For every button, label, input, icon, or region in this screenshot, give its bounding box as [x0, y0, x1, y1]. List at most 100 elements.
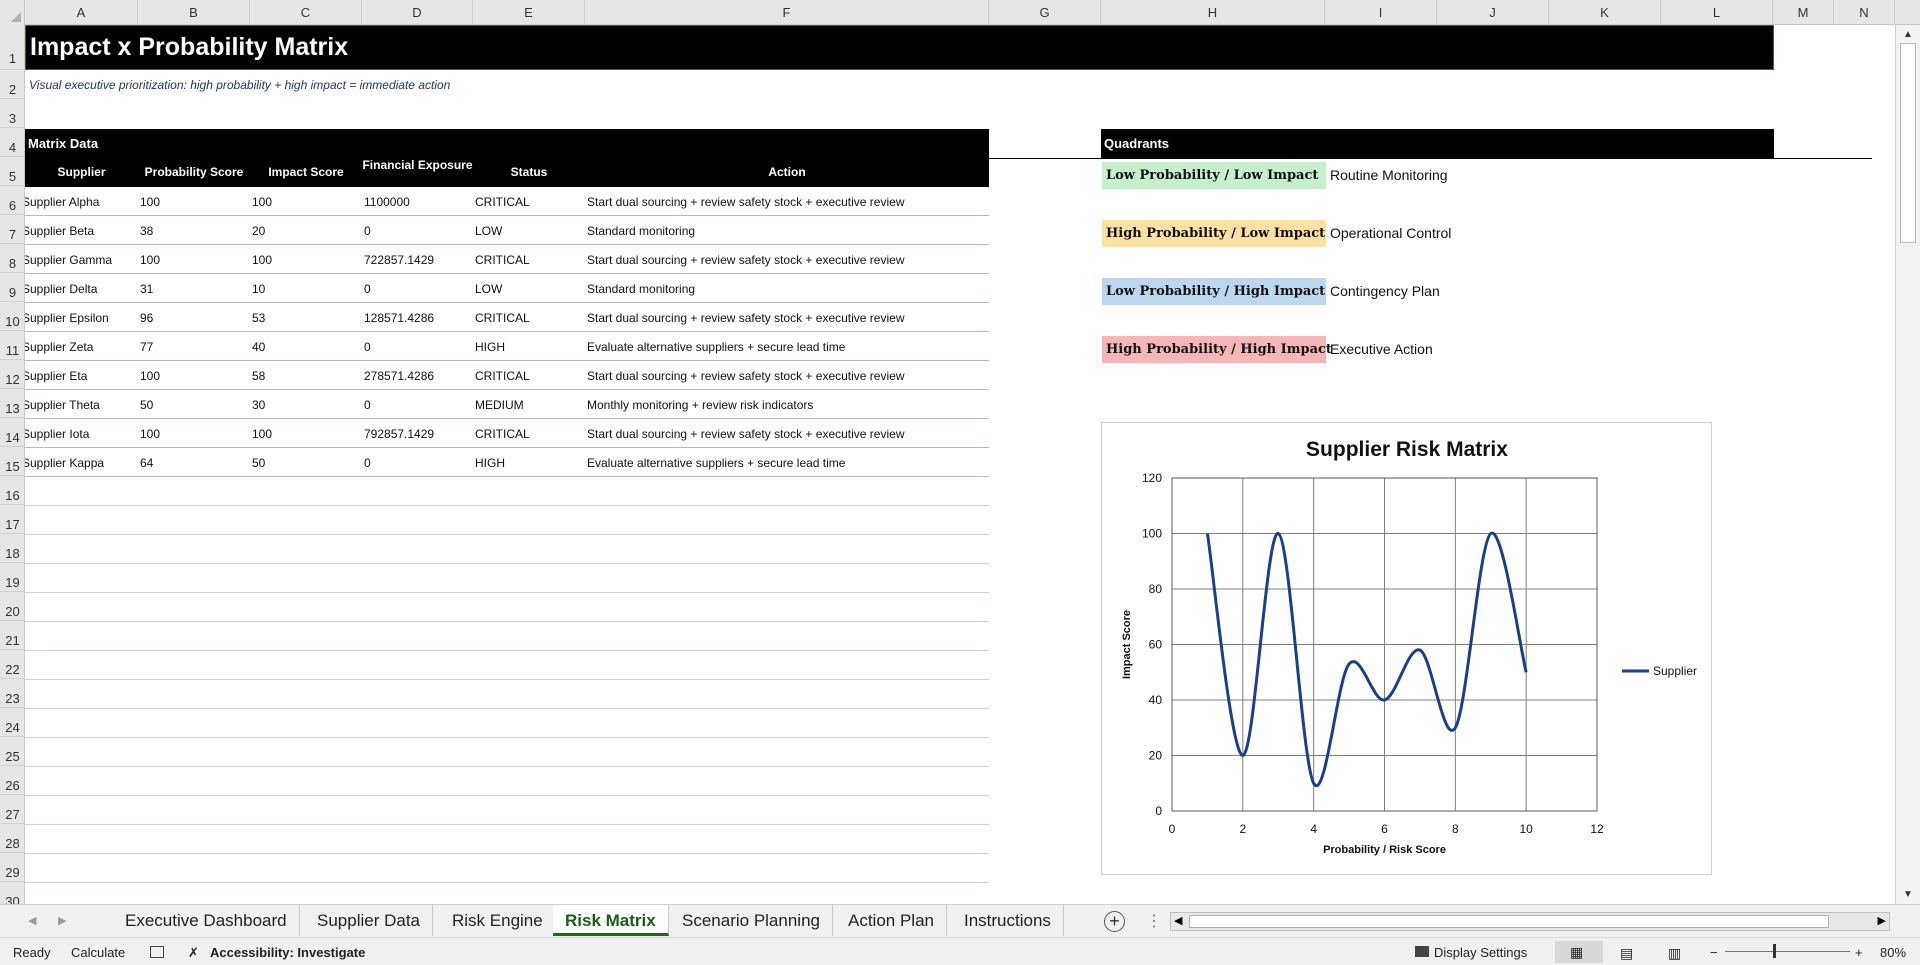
- page-layout-icon[interactable]: ▤: [1620, 945, 1633, 962]
- cell-supplier[interactable]: Supplier Alpha: [25, 195, 99, 209]
- row-header[interactable]: 26: [0, 766, 24, 795]
- row-header[interactable]: 2: [0, 70, 24, 99]
- cell-exposure[interactable]: 0: [364, 398, 371, 412]
- column-header-d[interactable]: D: [362, 0, 473, 25]
- cell-action[interactable]: Standard monitoring: [587, 224, 695, 238]
- row-header[interactable]: 11: [0, 331, 24, 360]
- row-header[interactable]: 6: [0, 186, 24, 215]
- quadrant-high-low-action[interactable]: Operational Control: [1330, 220, 1451, 247]
- cell-action[interactable]: Start dual sourcing + review safety stoc…: [587, 253, 904, 267]
- cell-action[interactable]: Evaluate alternative suppliers + secure …: [587, 340, 845, 354]
- cell-status[interactable]: CRITICAL: [475, 253, 530, 267]
- row-header[interactable]: 3: [0, 99, 24, 128]
- cell-supplier[interactable]: Supplier Epsilon: [25, 311, 109, 325]
- column-header-h[interactable]: H: [1101, 0, 1325, 25]
- cell-impact[interactable]: 53: [252, 311, 265, 325]
- empty-row[interactable]: [25, 709, 989, 738]
- empty-row[interactable]: [25, 651, 989, 680]
- cell-impact[interactable]: 100: [252, 253, 272, 267]
- tab-executive-dashboard[interactable]: Executive Dashboard: [113, 905, 300, 936]
- tab-scenario-planning[interactable]: Scenario Planning: [670, 905, 833, 936]
- row-header[interactable]: 7: [0, 215, 24, 244]
- quadrant-high-high-action[interactable]: Executive Action: [1330, 336, 1433, 363]
- cell-probability[interactable]: 100: [140, 253, 160, 267]
- cell-status[interactable]: LOW: [475, 282, 502, 296]
- supplier-risk-chart[interactable]: Supplier Risk Matrix 0 2 4 6 8 10 12 0 20 40 60 80 1…: [1101, 422, 1712, 875]
- zoom-slider-thumb[interactable]: [1773, 944, 1776, 958]
- triangle-left-icon[interactable]: ◀: [28, 914, 36, 927]
- cell-probability[interactable]: 100: [140, 369, 160, 383]
- tab-action-plan[interactable]: Action Plan: [836, 905, 947, 936]
- triangle-right-icon[interactable]: ▶: [58, 914, 66, 927]
- row-header[interactable]: 1: [0, 25, 24, 70]
- scroll-left-icon[interactable]: ◀: [1174, 914, 1182, 927]
- cell-probability[interactable]: 64: [140, 456, 153, 470]
- more-options-icon[interactable]: ⋮: [1146, 911, 1162, 931]
- tab-risk-engine[interactable]: Risk Engine: [440, 905, 556, 936]
- row-header[interactable]: 21: [0, 621, 24, 650]
- row-header[interactable]: 10: [0, 302, 24, 331]
- cell-status[interactable]: CRITICAL: [475, 311, 530, 325]
- column-header-n[interactable]: N: [1834, 0, 1895, 25]
- plus-circle-icon[interactable]: +: [1104, 911, 1125, 932]
- worksheet-grid[interactable]: Impact x Probability Matrix Visual execu…: [25, 25, 1895, 904]
- cell-status[interactable]: HIGH: [475, 340, 505, 354]
- cell-impact[interactable]: 50: [252, 456, 265, 470]
- horizontal-scroll-thumb[interactable]: [1189, 915, 1829, 928]
- row-header[interactable]: 16: [0, 476, 24, 505]
- scroll-up-icon[interactable]: ▲: [1903, 29, 1913, 40]
- empty-row[interactable]: [25, 506, 989, 535]
- cell-exposure[interactable]: 722857.1429: [364, 253, 434, 267]
- cell-supplier[interactable]: Supplier Kappa: [25, 456, 104, 470]
- status-display-settings[interactable]: Display Settings: [1434, 945, 1527, 960]
- cell-impact[interactable]: 58: [252, 369, 265, 383]
- header-probability-score[interactable]: Probability Score: [138, 158, 250, 187]
- cell-supplier[interactable]: Supplier Zeta: [25, 340, 93, 354]
- cell-impact[interactable]: 100: [252, 427, 272, 441]
- cell-action[interactable]: Standard monitoring: [587, 282, 695, 296]
- cell-impact[interactable]: 30: [252, 398, 265, 412]
- row-header[interactable]: 8: [0, 244, 24, 273]
- cell-probability[interactable]: 100: [140, 195, 160, 209]
- cell-action[interactable]: Start dual sourcing + review safety stoc…: [587, 311, 904, 325]
- zoom-slider[interactable]: [1725, 951, 1850, 952]
- empty-row[interactable]: [25, 796, 989, 825]
- cell-exposure[interactable]: 0: [364, 456, 371, 470]
- empty-row[interactable]: [25, 680, 989, 709]
- row-header[interactable]: 18: [0, 534, 24, 563]
- cell-supplier[interactable]: Supplier Iota: [25, 427, 89, 441]
- quadrant-high-prob-low-impact[interactable]: High Probability / Low Impact: [1102, 220, 1326, 247]
- row-header[interactable]: 30: [0, 882, 24, 904]
- cell-supplier[interactable]: Supplier Gamma: [25, 253, 112, 267]
- column-header-b[interactable]: B: [138, 0, 250, 25]
- sheet-title[interactable]: Impact x Probability Matrix: [25, 25, 1774, 70]
- empty-row[interactable]: [25, 738, 989, 767]
- quadrant-low-prob-low-impact[interactable]: Low Probability / Low Impact: [1102, 162, 1326, 189]
- cell-probability[interactable]: 96: [140, 311, 153, 325]
- empty-row[interactable]: [25, 622, 989, 651]
- column-header-e[interactable]: E: [473, 0, 585, 25]
- status-calculate[interactable]: Calculate: [71, 945, 125, 960]
- cell-supplier[interactable]: Supplier Eta: [25, 369, 87, 383]
- matrix-data-section-title[interactable]: Matrix Data: [25, 129, 989, 158]
- accessibility-icon[interactable]: ✗: [188, 945, 199, 961]
- scroll-right-icon[interactable]: ▶: [1878, 914, 1886, 927]
- row-header[interactable]: 19: [0, 563, 24, 592]
- row-header[interactable]: 5: [0, 157, 24, 186]
- quadrant-low-high-action[interactable]: Contingency Plan: [1330, 278, 1440, 305]
- cell-exposure[interactable]: 278571.4286: [364, 369, 434, 383]
- quadrant-low-low-action[interactable]: Routine Monitoring: [1330, 162, 1448, 189]
- row-header[interactable]: 27: [0, 795, 24, 824]
- cell-action[interactable]: Evaluate alternative suppliers + secure …: [587, 456, 845, 470]
- row-header[interactable]: 13: [0, 389, 24, 418]
- empty-row[interactable]: [25, 477, 989, 506]
- quadrants-section-title[interactable]: Quadrants: [1101, 129, 1774, 158]
- empty-row[interactable]: [25, 593, 989, 622]
- cell-probability[interactable]: 100: [140, 427, 160, 441]
- cell-status[interactable]: CRITICAL: [475, 369, 530, 383]
- column-header-g[interactable]: G: [989, 0, 1101, 25]
- tab-risk-matrix[interactable]: Risk Matrix: [553, 905, 669, 936]
- header-financial-exposure[interactable]: Financial Exposure: [362, 155, 473, 184]
- header-action[interactable]: Action: [585, 158, 989, 187]
- row-header[interactable]: 9: [0, 273, 24, 302]
